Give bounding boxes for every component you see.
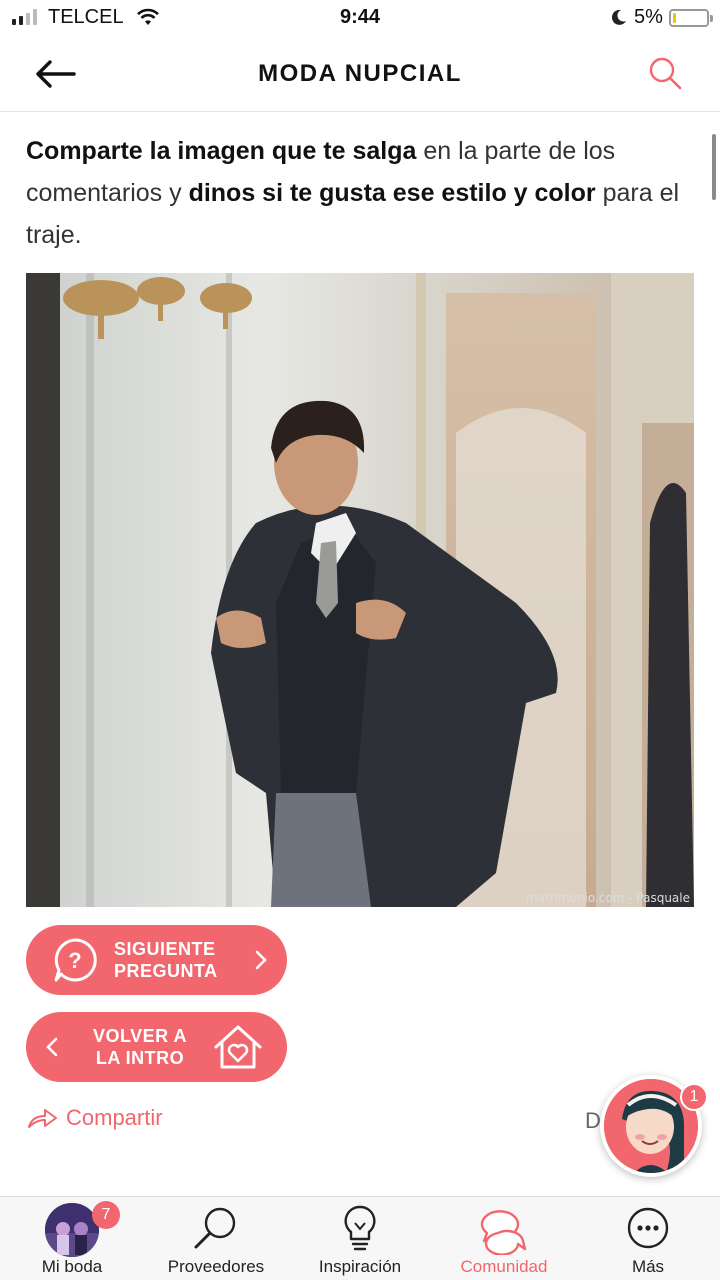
back-label-line-2: LA INTRO	[95, 1048, 185, 1068]
tab-proveedores[interactable]: Proveedores	[144, 1197, 288, 1280]
bottom-tab-bar: 7 Mi boda Proveedores Inspiración Comuni…	[0, 1196, 720, 1280]
share-label: Compartir	[66, 1105, 163, 1130]
content-area[interactable]: Comparte la imagen que te salga en la pa…	[0, 112, 720, 1174]
battery-percent: 5%	[634, 6, 663, 28]
chevron-right-icon	[255, 950, 267, 970]
partial-text: D	[585, 1108, 601, 1133]
intro-bold-2: dinos si te gusta ese estilo y color	[188, 179, 596, 207]
next-question-label: SIGUIENTE PREGUNTA	[114, 938, 218, 982]
do-not-disturb-icon	[611, 9, 626, 25]
search-icon[interactable]	[646, 54, 686, 94]
back-to-intro-label: VOLVER A LA INTRO	[84, 1025, 196, 1069]
next-question-button[interactable]: ? SIGUIENTE PREGUNTA	[26, 925, 287, 995]
question-bubble-icon: ?	[54, 938, 97, 982]
share-arrow-icon	[28, 1109, 57, 1128]
share-button[interactable]: Compartir	[26, 1105, 163, 1131]
svg-text:?: ?	[68, 948, 81, 973]
tab-mi-boda-avatar	[45, 1203, 99, 1257]
intro-text: Comparte la imagen que te salga en la pa…	[26, 130, 694, 256]
chevron-left-icon	[46, 1037, 58, 1057]
tab-label: Más	[631, 1257, 665, 1276]
scrollbar[interactable]	[712, 134, 716, 200]
groom-suit-photo: matrimonio.com - Pasquale	[26, 273, 694, 907]
chat-bubbles-icon	[480, 1210, 527, 1255]
next-label-line-2: PREGUNTA	[114, 961, 218, 981]
tab-label: Proveedores	[167, 1257, 265, 1276]
status-bar: TELCEL 9:44 5%	[0, 0, 720, 36]
tab-comunidad[interactable]: Comunidad	[432, 1197, 576, 1280]
house-heart-icon	[214, 1025, 262, 1069]
next-label-line-1: SIGUIENTE	[114, 939, 216, 959]
battery-icon	[669, 9, 713, 27]
assistant-notification-badge: 1	[680, 1083, 708, 1111]
nav-header: MODA NUPCIAL	[0, 36, 720, 112]
avatar	[45, 1203, 99, 1257]
mi-boda-badge: 7	[92, 1201, 120, 1229]
page-title: MODA NUPCIAL	[258, 60, 462, 87]
back-to-intro-button[interactable]: VOLVER A LA INTRO	[26, 1012, 287, 1082]
magnifier-icon	[194, 1207, 236, 1249]
lightbulb-icon	[344, 1205, 376, 1251]
tab-mas[interactable]: Más	[576, 1197, 720, 1280]
intro-bold-1: Comparte la imagen que te salga	[26, 137, 417, 165]
tab-label: Mi boda	[41, 1257, 103, 1276]
back-label-line-1: VOLVER A	[92, 1026, 187, 1046]
tab-label: Comunidad	[460, 1257, 548, 1276]
groom-illustration	[26, 273, 694, 907]
tab-label: Inspiración	[318, 1257, 402, 1276]
photo-credit: matrimonio.com - Pasquale	[525, 891, 690, 905]
tab-inspiracion[interactable]: Inspiración	[288, 1197, 432, 1280]
more-dots-icon	[627, 1207, 669, 1249]
tab-mi-boda[interactable]: 7 Mi boda	[0, 1197, 144, 1280]
